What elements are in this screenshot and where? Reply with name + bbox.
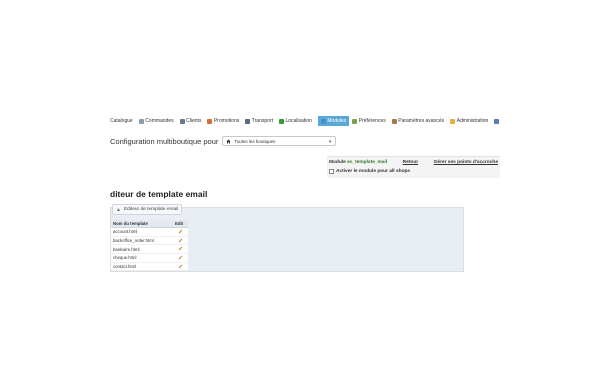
nav-tab-s[interactable]: S [494, 116, 500, 126]
manage-hooks-link[interactable]: Gérer ses points d'accroche [434, 160, 498, 165]
shop-select-value: Toutes les boutiques [234, 138, 276, 144]
nav-tab-label: Promotions [213, 118, 240, 124]
nav-tab-label: Clients [186, 118, 202, 124]
edit-cell [173, 253, 188, 263]
nav-tab-pr-f-rences[interactable]: Préférences [352, 116, 388, 126]
template-name: backoffice_order.html [111, 236, 173, 246]
nav-tab-localisation[interactable]: Localisation [278, 116, 315, 126]
orders-icon [138, 118, 144, 124]
table-row: cheque.html [111, 253, 188, 263]
table-row: backoffice_order.html [111, 236, 188, 246]
template-name: bankwire.html [111, 244, 173, 255]
edit-cell [173, 227, 188, 237]
shop-select[interactable]: Toutes les boutiques ▾ [222, 136, 337, 146]
promotions-icon [207, 118, 213, 124]
nav-tab-label: Catalogue [110, 118, 133, 124]
pencil-icon[interactable] [178, 229, 183, 234]
multishop-label: Configuration multiboutique pour [110, 136, 219, 146]
pencil-icon[interactable] [178, 238, 183, 243]
stats-icon [494, 118, 500, 124]
nav-tab-param-tres-avanc-s[interactable]: Paramètres avancés [391, 116, 447, 126]
pencil-icon[interactable] [178, 255, 183, 260]
pencil-icon[interactable] [178, 264, 183, 269]
col-edit: Edit [173, 220, 188, 228]
transport-icon [245, 118, 251, 124]
nav-tab-label: Préférences [358, 118, 386, 124]
nav-tab-label: Localisation [285, 118, 312, 124]
panel-legend-label: Editeur de template email [123, 207, 179, 212]
advanced-icon [391, 118, 397, 124]
module-toolbar: Module ec_template_mail Retour Gérer ses… [327, 156, 500, 178]
module-title: Module ec_template_mail [329, 160, 388, 165]
edit-cell [173, 244, 188, 255]
template-name: account.html [111, 227, 173, 237]
template-name: cheque.html [111, 253, 173, 263]
edit-cell [173, 236, 188, 246]
pencil-icon[interactable] [178, 246, 183, 251]
col-template-name: Nom du template [111, 220, 173, 228]
localization-icon [278, 118, 284, 124]
home-icon [226, 139, 231, 143]
module-name: ec_template_mail [347, 160, 388, 165]
nav-tab-transport[interactable]: Transport [245, 116, 276, 126]
admin-icon [450, 118, 456, 124]
main-tab-bar: Catalogue Commandes Clients Promotions Trans… [110, 116, 500, 126]
chevron-down-icon: ▾ [328, 139, 332, 145]
nav-tab-promotions[interactable]: Promotions [207, 116, 242, 126]
back-link[interactable]: Retour [403, 160, 418, 165]
page-title: diteur de template email [110, 189, 208, 199]
edit-cell [173, 262, 188, 272]
template-name: contact.html [111, 262, 173, 272]
panel-legend: ▲ Editeur de template email [112, 204, 183, 215]
table-row: contact.html [111, 262, 188, 272]
table-row: account.html [111, 227, 188, 237]
modules-icon [320, 118, 326, 124]
nav-tab-clients[interactable]: Clients [179, 116, 205, 126]
nav-tab-label: Transport [251, 118, 273, 124]
nav-tab-label: Modules [327, 118, 347, 124]
nav-tab-label: Commandes [145, 118, 174, 124]
nav-tab-administration[interactable]: Administration [450, 116, 491, 126]
nav-tab-modules[interactable]: Modules [317, 116, 350, 126]
activate-all-shops-label[interactable]: Activer le module pour all shops [336, 169, 410, 174]
nav-tab-catalogue[interactable]: Catalogue [110, 116, 136, 126]
nav-tab-commandes[interactable]: Commandes [138, 116, 177, 126]
nav-tab-label: Administration [456, 118, 489, 124]
multishop-config: Configuration multiboutique pour Toutes … [110, 134, 337, 148]
preferences-icon [352, 118, 358, 124]
customers-icon [179, 118, 185, 124]
nav-tab-label: Paramètres avancés [398, 118, 445, 124]
collapse-triangle-icon[interactable]: ▲ [116, 207, 121, 213]
activate-all-shops-checkbox[interactable] [329, 169, 334, 174]
template-table: Nom du template Edit account.html backoff… [111, 220, 188, 272]
table-row: bankwire.html [111, 244, 188, 255]
